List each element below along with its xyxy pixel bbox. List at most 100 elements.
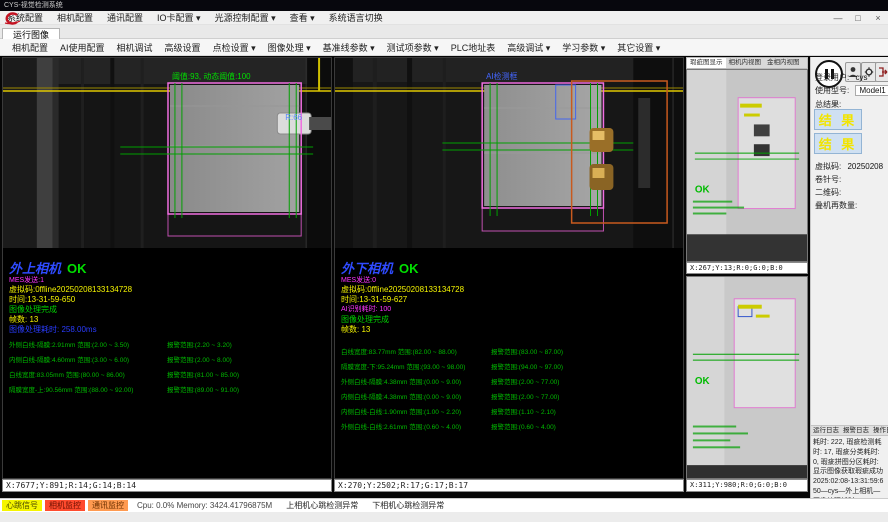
toolbar-baseline-params[interactable]: 基准线参数 ▾ xyxy=(317,41,381,54)
window-title: CYS-视觉检测系统 xyxy=(4,2,63,9)
lower-camera-warning: 下相机心跳检测异常 xyxy=(372,500,444,511)
maximize-button[interactable]: □ xyxy=(852,11,864,25)
log-tab-run[interactable]: 运行日志 xyxy=(811,426,841,435)
thumb-view-2: OK xyxy=(686,276,808,479)
logout-button[interactable] xyxy=(875,62,888,82)
measurement-row: 外侧白线-隔膜:2.91mm 范围:(2.00 ~ 3.50) 报警范围:(2.… xyxy=(9,339,339,349)
thumb-tab-bar: 瑕疵图显示 相机内视图 金相内视图 xyxy=(686,57,808,69)
measurement-text: 外侧白线-隔膜:4.38mm 范围:(0.00 ~ 9.00) xyxy=(341,376,461,386)
result-box-upper: 结 果 xyxy=(814,109,862,130)
toolbar-advanced-settings[interactable]: 高级设置 xyxy=(159,41,207,54)
thumb-image-1[interactable]: OK xyxy=(687,70,807,261)
upper-camera-image[interactable]: 阈值:93, 动态阈值:100 R:66 xyxy=(3,58,331,248)
measurement-text: 白线宽度:83.77mm 范围:(82.00 ~ 88.00) xyxy=(341,346,457,356)
virtual-code-row: 虚拟码: 20250208 xyxy=(815,161,883,172)
camera-monitor-badge: 相机监控 xyxy=(45,500,85,511)
thumb-tab-camera-view[interactable]: 相机内视图 xyxy=(726,58,765,68)
alarm-range-text: 报警范围:(89.00 ~ 91.00) xyxy=(167,384,239,394)
app-logo-icon xyxy=(3,12,21,25)
measurement-row: 白线宽度:83.05mm 范围:(80.00 ~ 86.00) 报警范围:(81… xyxy=(9,369,339,379)
menu-bar: 系统配置 相机配置 通讯配置 IO卡配置 ▾ 光源控制配置 ▾ 查看 ▾ 系统语… xyxy=(0,11,888,25)
point-overlay-label: R:66 xyxy=(285,113,302,122)
qr-code-label: 二维码: xyxy=(815,187,841,198)
menu-item-view[interactable]: 查看 ▾ xyxy=(283,11,322,24)
toolbar-camera-debug[interactable]: 相机调试 xyxy=(111,41,159,54)
measurement-row: 隔膜宽度-下:95.24mm 范围:(93.00 ~ 98.00) 报警范围:(… xyxy=(341,361,671,371)
login-user-value: cys xyxy=(855,73,867,82)
menu-item-camera-config[interactable]: 相机配置 xyxy=(50,11,100,24)
alarm-range-text: 报警范围:(94.00 ~ 97.00) xyxy=(491,361,563,371)
measurement-text: 内侧白线-隔膜:4.60mm 范围:(3.00 ~ 6.00) xyxy=(9,354,129,364)
alarm-range-text: 报警范围:(0.60 ~ 4.00) xyxy=(491,421,556,431)
upper-camera-warning: 上相机心跳检测异常 xyxy=(286,500,358,511)
app-window: CYS-视觉检测系统 系统配置 相机配置 通讯配置 IO卡配置 ▾ 光源控制配置… xyxy=(0,0,888,522)
measurement-text: 外侧白线-隔膜:2.91mm 范围:(2.00 ~ 3.50) xyxy=(9,339,129,349)
needle-number-label: 卷针号: xyxy=(815,174,841,185)
measurement-row: 内侧白线-隔膜:4.60mm 范围:(3.00 ~ 6.00) 报警范围:(2.… xyxy=(9,354,339,364)
menu-item-io-card-config[interactable]: IO卡配置 ▾ xyxy=(150,11,208,24)
ok-status: OK xyxy=(399,261,419,276)
virtual-code-value: 20250208 xyxy=(847,162,883,171)
minimize-button[interactable]: — xyxy=(832,11,844,25)
titlebar: CYS-视觉检测系统 xyxy=(0,0,888,11)
measurement-row: 外侧白线-白线:2.61mm 范围:(0.60 ~ 4.00) 报警范围:(0.… xyxy=(341,421,671,431)
alarm-range-text: 报警范围:(2.00 ~ 77.00) xyxy=(491,391,559,401)
toolbar-advanced-debug[interactable]: 高级调试 ▾ xyxy=(501,41,556,54)
login-user-row: 登录用户: cys xyxy=(815,72,867,83)
measurement-text: 内侧白线-白线:1.90mm 范围:(1.00 ~ 2.20) xyxy=(341,406,461,416)
sidebar: 登录用户: cys 使用型号: Model1 总结果: 结 果 结 果 虚拟码:… xyxy=(810,57,888,498)
upper-camera-panel: 阈值:93, 动态阈值:100 R:66 外上相机OK MES发送:1 虚拟码:… xyxy=(2,57,332,479)
log-tab-bar: 运行日志 报警日志 操作日志 xyxy=(811,425,888,436)
log-tab-operation[interactable]: 操作日志 xyxy=(871,426,888,435)
toolbar-other-settings[interactable]: 其它设置 ▾ xyxy=(611,41,666,54)
alarm-range-text: 报警范围:(2.00 ~ 8.00) xyxy=(167,354,232,364)
thumb1-coords: X:267;Y:13;R:0;G:0;B:0 xyxy=(686,262,808,274)
model-row: 使用型号: Model1 xyxy=(815,85,888,96)
toolbar-learning-params[interactable]: 学习参数 ▾ xyxy=(556,41,611,54)
close-button[interactable]: × xyxy=(872,11,884,25)
measurement-row: 白线宽度:83.77mm 范围:(82.00 ~ 88.00) 报警范围:(83… xyxy=(341,346,671,356)
measurement-text: 隔膜宽度-下:95.24mm 范围:(93.00 ~ 98.00) xyxy=(341,361,465,371)
status-bar: 心跳信号 相机监控 通讯监控 Cpu: 0.0% Memory: 3424.41… xyxy=(0,498,888,512)
frame-count: 帧数: 13 xyxy=(341,324,370,335)
toolbar-camera-config[interactable]: 相机配置 xyxy=(6,41,54,54)
window-controls: — □ × xyxy=(832,11,884,25)
thumb-image-2[interactable]: OK xyxy=(687,277,807,478)
toolbar-ai-config[interactable]: AI使用配置 xyxy=(54,41,111,54)
toolbar-test-params[interactable]: 测试项参数 ▾ xyxy=(381,41,445,54)
upper-camera-coords: X:7677;Y:891;R:14;G:14;B:14 xyxy=(2,479,332,492)
toolbar-image-processing[interactable]: 图像处理 ▾ xyxy=(262,41,317,54)
lower-camera-panel: AI检测框 外下相机OK MES发送:0 虚拟码:0ffline20250208… xyxy=(334,57,684,479)
log-tab-alarm[interactable]: 报警日志 xyxy=(841,426,871,435)
toolbar: 相机配置 AI使用配置 相机调试 高级设置 点检设置 ▾ 图像处理 ▾ 基准线参… xyxy=(0,39,888,56)
alarm-range-text: 报警范围:(2.20 ~ 3.20) xyxy=(167,339,232,349)
thumb-tab-metallograph-view[interactable]: 金相内视图 xyxy=(764,58,803,68)
measurement-text: 白线宽度:83.05mm 范围:(80.00 ~ 86.00) xyxy=(9,369,125,379)
thumb2-ok-label: OK xyxy=(695,376,711,387)
measurement-row: 内侧白线-白线:1.90mm 范围:(1.00 ~ 2.20) 报警范围:(1.… xyxy=(341,406,671,416)
result-box-lower: 结 果 xyxy=(814,133,862,154)
menu-item-comm-config[interactable]: 通讯配置 xyxy=(100,11,150,24)
thumb1-ok-label: OK xyxy=(695,185,711,196)
measurement-text: 隔膜宽度-上:90.56mm 范围:(88.00 ~ 92.00) xyxy=(9,384,133,394)
ai-box-overlay-label: AI检测框 xyxy=(486,71,517,81)
lower-camera-image[interactable]: AI检测框 xyxy=(335,58,683,248)
toolbar-plc-address-table[interactable]: PLC地址表 xyxy=(445,41,502,54)
measurement-text: 内侧白线-隔膜:4.38mm 范围:(0.00 ~ 9.00) xyxy=(341,391,461,401)
ok-status: OK xyxy=(67,261,87,276)
measurement-row: 外侧白线-隔膜:4.38mm 范围:(0.00 ~ 9.00) 报警范围:(2.… xyxy=(341,376,671,386)
logout-arrow-icon xyxy=(878,66,888,78)
toolbar-spot-check[interactable]: 点检设置 ▾ xyxy=(207,41,262,54)
stack-count-label: 叠机再数量: xyxy=(815,200,857,211)
alarm-range-text: 报警范围:(1.10 ~ 2.10) xyxy=(491,406,556,416)
ai-elapsed: AI识别耗时: 100 xyxy=(341,304,391,314)
thumb-view-1: OK xyxy=(686,69,808,262)
heartbeat-badge: 心跳信号 xyxy=(2,500,42,511)
menu-item-language-switch[interactable]: 系统语言切换 xyxy=(322,11,390,24)
menu-item-light-control-config[interactable]: 光源控制配置 ▾ xyxy=(208,11,283,24)
model-label: 使用型号: xyxy=(815,86,849,95)
model-select[interactable]: Model1 xyxy=(855,85,888,96)
thumb-tab-defect-display[interactable]: 瑕疵图显示 xyxy=(687,58,726,68)
threshold-overlay-label: 阈值:93, 动态阈值:100 xyxy=(172,71,251,81)
page-tab-row: 运行图像 xyxy=(0,25,888,39)
